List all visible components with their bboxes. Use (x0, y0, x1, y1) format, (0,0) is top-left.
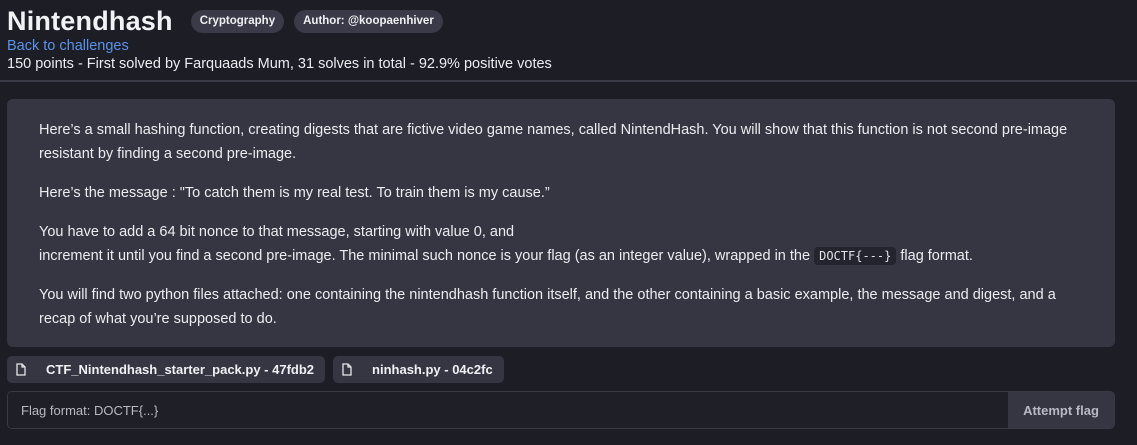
description-line: You have to add a 64 bit nonce to that m… (39, 224, 515, 240)
file-label: ninhash.py - 04c2fc (372, 362, 493, 377)
page-title: Nintendhash (7, 5, 173, 36)
description-line: increment it until you find a second pre… (39, 248, 811, 264)
file-icon (15, 363, 27, 376)
flag-submit-form: Attempt flag (7, 391, 1115, 429)
challenge-meta: 150 points - First solved by Farquaads M… (7, 56, 552, 72)
challenge-description: Here’s a small hashing function, creatin… (7, 99, 1115, 347)
flag-format-code: DOCTF{---} (814, 247, 897, 265)
description-line: flag format. (900, 248, 973, 264)
description-paragraph: You have to add a 64 bit nonce to that m… (39, 220, 1083, 268)
back-to-challenges-link[interactable]: Back to challenges (7, 38, 1131, 55)
file-icon (341, 363, 353, 376)
category-badge: Cryptography (190, 9, 285, 33)
flag-input[interactable] (8, 392, 1008, 428)
challenge-header: Nintendhash Cryptography Author: @koopae… (7, 4, 1131, 73)
attempt-flag-button[interactable]: Attempt flag (1008, 392, 1114, 428)
file-download-ninhash[interactable]: ninhash.py - 04c2fc (333, 356, 504, 383)
title-row: Nintendhash Cryptography Author: @koopae… (7, 4, 1131, 38)
file-label: CTF_Nintendhash_starter_pack.py - 47fdb2 (46, 362, 315, 377)
header-divider (0, 80, 1137, 82)
description-paragraph: You will find two python files attached:… (39, 287, 1056, 327)
description-paragraph: Here’s a small hashing function, creatin… (39, 122, 1068, 162)
file-download-starter-pack[interactable]: CTF_Nintendhash_starter_pack.py - 47fdb2 (7, 356, 326, 383)
attached-files: CTF_Nintendhash_starter_pack.py - 47fdb2… (7, 356, 504, 383)
description-paragraph: Here’s the message : "To catch them is m… (39, 185, 550, 201)
author-badge: Author: @koopaenhiver (294, 9, 443, 33)
